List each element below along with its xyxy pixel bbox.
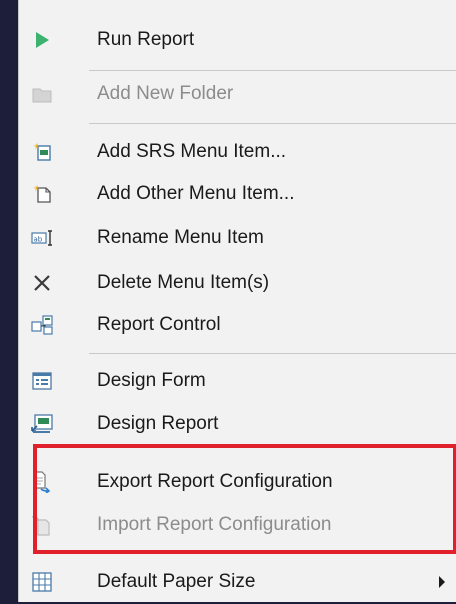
menu-item-design-form[interactable]: Design Form xyxy=(19,359,456,403)
menu-item-design-report[interactable]: Design Report xyxy=(19,402,456,446)
menu-item-add-other[interactable]: Add Other Menu Item... xyxy=(19,172,456,216)
submenu-arrow-icon xyxy=(439,576,445,588)
design-report-icon xyxy=(31,413,53,435)
separator xyxy=(89,353,456,354)
separator xyxy=(89,70,456,71)
folder-icon xyxy=(31,83,53,105)
menu-item-label: Rename Menu Item xyxy=(97,227,264,248)
menu-item-label: Report Control xyxy=(97,314,221,335)
menu-item-label: Default Paper Size xyxy=(97,571,256,592)
report-control-icon xyxy=(31,314,53,336)
menu-item-rename[interactable]: ab Rename Menu Item xyxy=(19,216,456,260)
menu-item-delete[interactable]: Delete Menu Item(s) xyxy=(19,261,456,305)
add-other-item-icon xyxy=(31,183,53,205)
svg-text:ab: ab xyxy=(34,236,43,244)
menu-item-run-report[interactable]: Run Report xyxy=(19,18,456,62)
paper-size-icon xyxy=(31,571,53,593)
rename-icon: ab xyxy=(31,227,53,249)
delete-x-icon xyxy=(31,272,53,294)
menu-item-default-paper-size[interactable]: Default Paper Size xyxy=(19,560,456,604)
menu-item-add-new-folder[interactable]: Add New Folder xyxy=(19,72,456,116)
design-form-icon xyxy=(31,370,53,392)
menu-item-report-control[interactable]: Report Control xyxy=(19,303,456,347)
menu-item-label: Add SRS Menu Item... xyxy=(97,141,287,162)
highlight-annotation-box xyxy=(33,444,456,554)
menu-item-label: Delete Menu Item(s) xyxy=(97,272,270,293)
menu-item-label: Run Report xyxy=(97,29,195,50)
menu-item-add-srs[interactable]: Add SRS Menu Item... xyxy=(19,130,456,174)
add-srs-item-icon xyxy=(31,141,53,163)
menu-item-label: Design Report xyxy=(97,413,219,434)
separator xyxy=(89,123,456,124)
context-menu: Run Report Add New Folder Add SRS Menu I… xyxy=(18,0,456,602)
menu-item-label: Add New Folder xyxy=(97,83,234,104)
menu-item-label: Design Form xyxy=(97,370,206,391)
play-icon xyxy=(31,29,53,51)
menu-item-label: Add Other Menu Item... xyxy=(97,183,295,204)
